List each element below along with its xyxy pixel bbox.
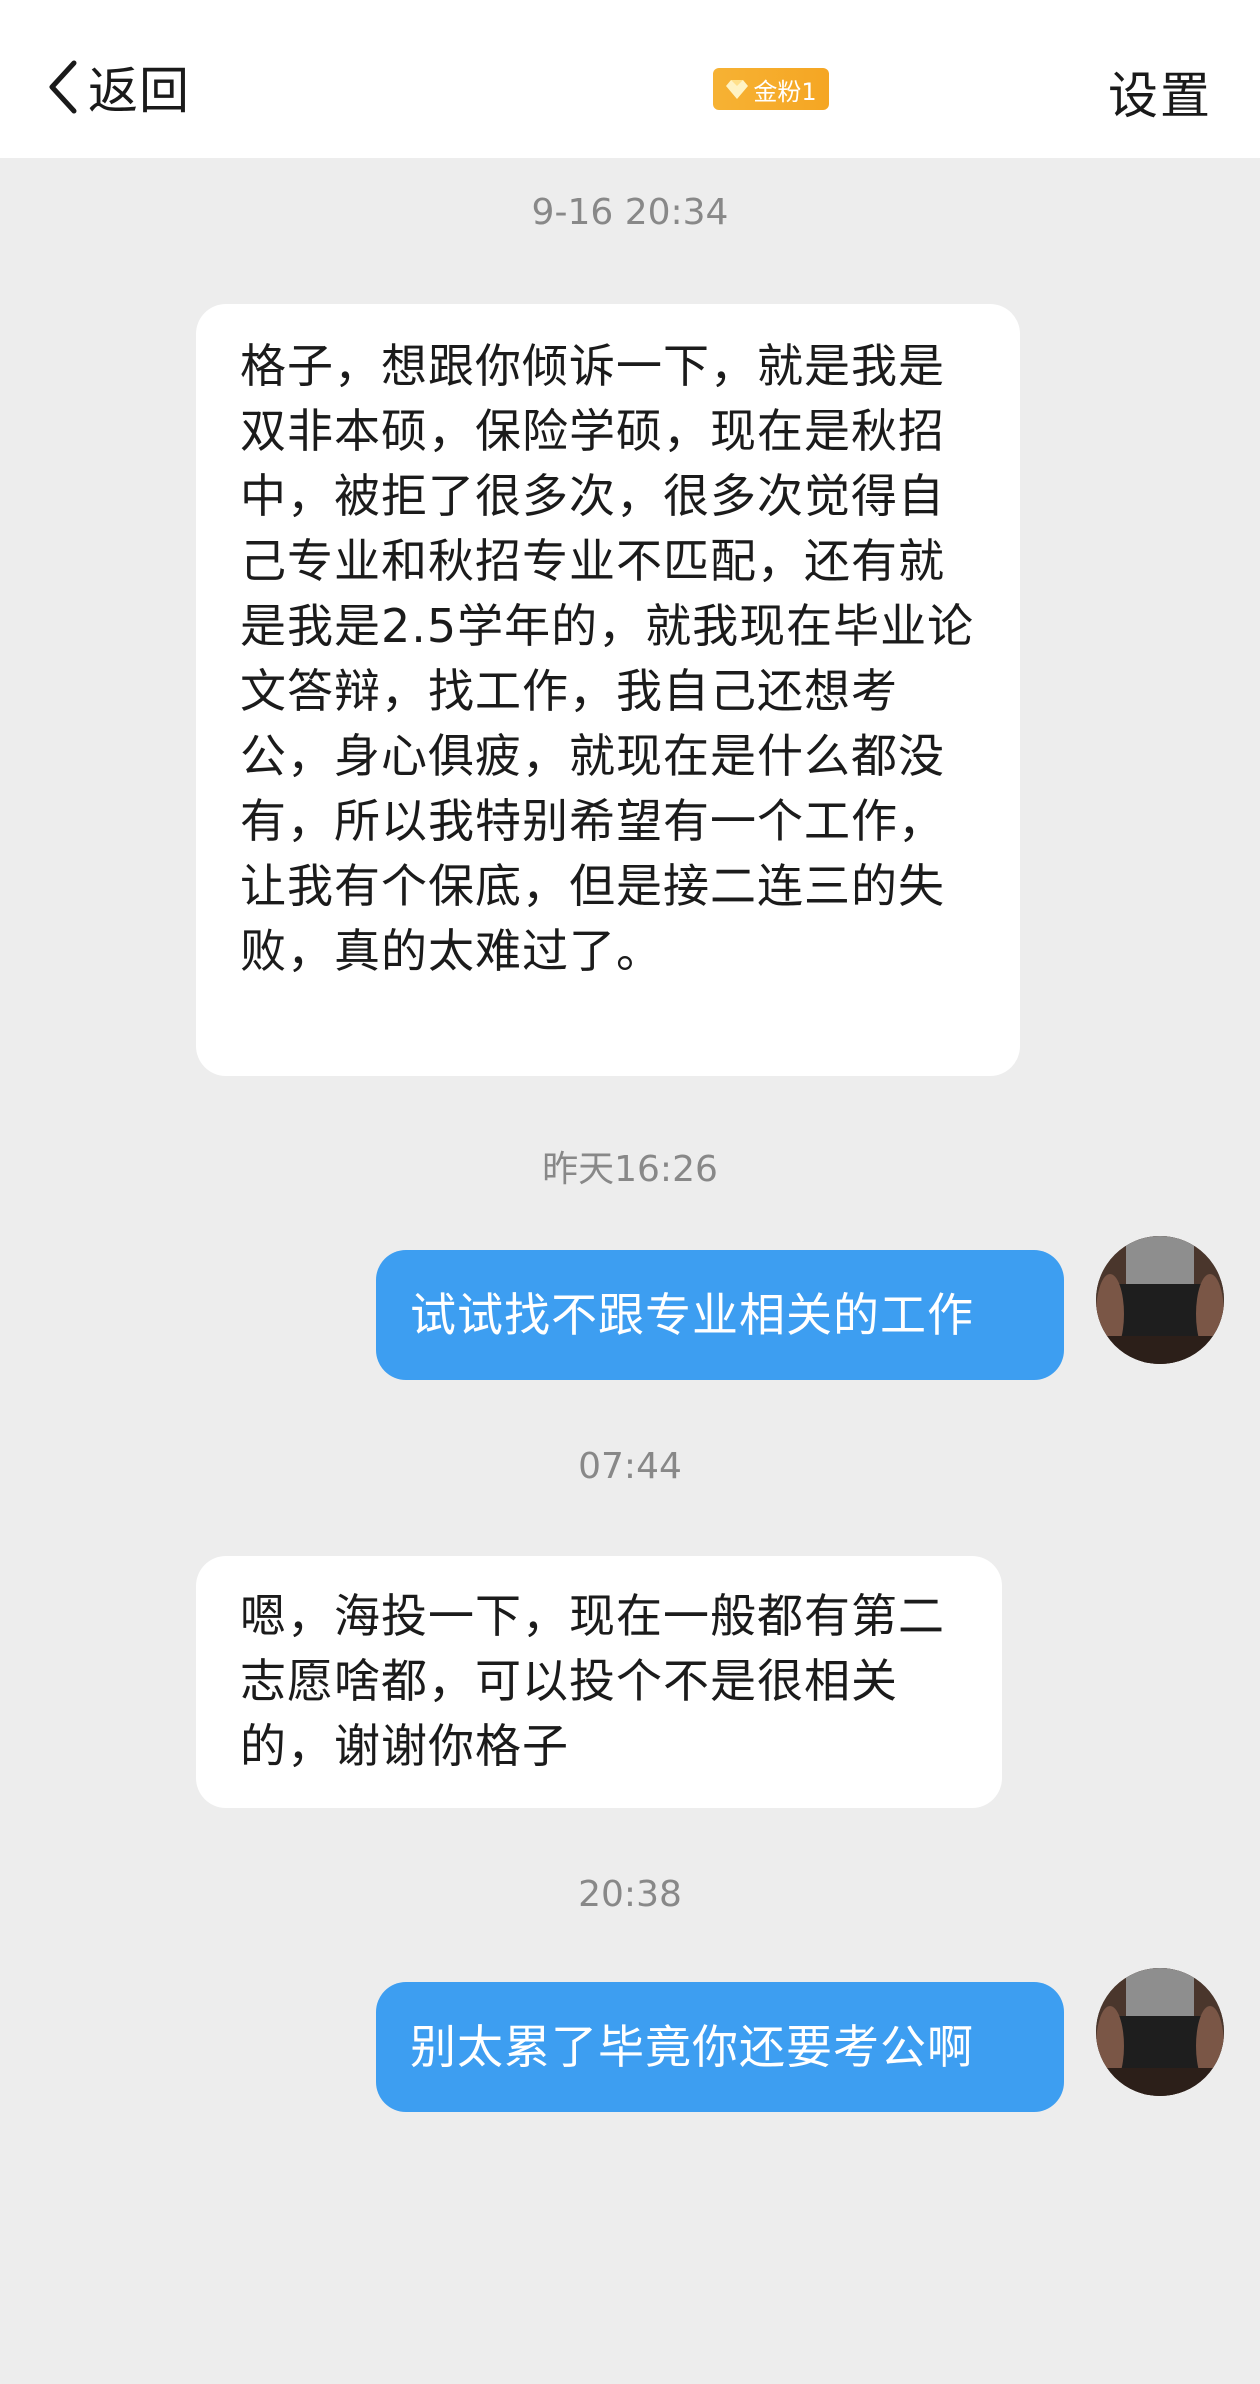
top-bar: 返回 金粉1 设置: [0, 0, 1260, 158]
badge-label: 金粉1: [753, 77, 817, 106]
avatar[interactable]: [1096, 1968, 1224, 2096]
back-label: 返回: [88, 62, 190, 120]
fan-level-badge: 金粉1: [713, 68, 829, 110]
message-text: 别太累了毕竟你还要考公啊: [410, 2019, 974, 2074]
outgoing-message-bubble: 试试找不跟专业相关的工作: [376, 1250, 1064, 1380]
outgoing-message-bubble: 别太累了毕竟你还要考公啊: [376, 1982, 1064, 2112]
message-text: 试试找不跟专业相关的工作: [410, 1287, 974, 1342]
incoming-message-bubble: 嗯，海投一下，现在一般都有第二志愿啥都，可以投个不是很相关的，谢谢你格子: [196, 1556, 1002, 1808]
chevron-left-icon: [49, 60, 77, 114]
avatar[interactable]: [1096, 1236, 1224, 1364]
incoming-message-bubble: 格子，想跟你倾诉一下，就是我是双非本硕，保险学硕，现在是秋招中，被拒了很多次，很…: [196, 304, 1020, 1076]
settings-button[interactable]: 设置: [1108, 56, 1212, 128]
message-timestamp: 20:38: [578, 1874, 682, 1915]
back-button[interactable]: 返回: [44, 52, 190, 122]
message-text: 嗯，海投一下，现在一般都有第二志愿啥都，可以投个不是很相关的，谢谢你格子: [240, 1589, 945, 1773]
message-timestamp: 9-16 20:34: [531, 192, 729, 233]
message-timestamp: 07:44: [578, 1446, 682, 1487]
message-timestamp: 昨天16:26: [542, 1149, 718, 1190]
message-text: 格子，想跟你倾诉一下，就是我是双非本硕，保险学硕，现在是秋招中，被拒了很多次，很…: [240, 339, 975, 978]
gem-icon: [726, 80, 749, 99]
